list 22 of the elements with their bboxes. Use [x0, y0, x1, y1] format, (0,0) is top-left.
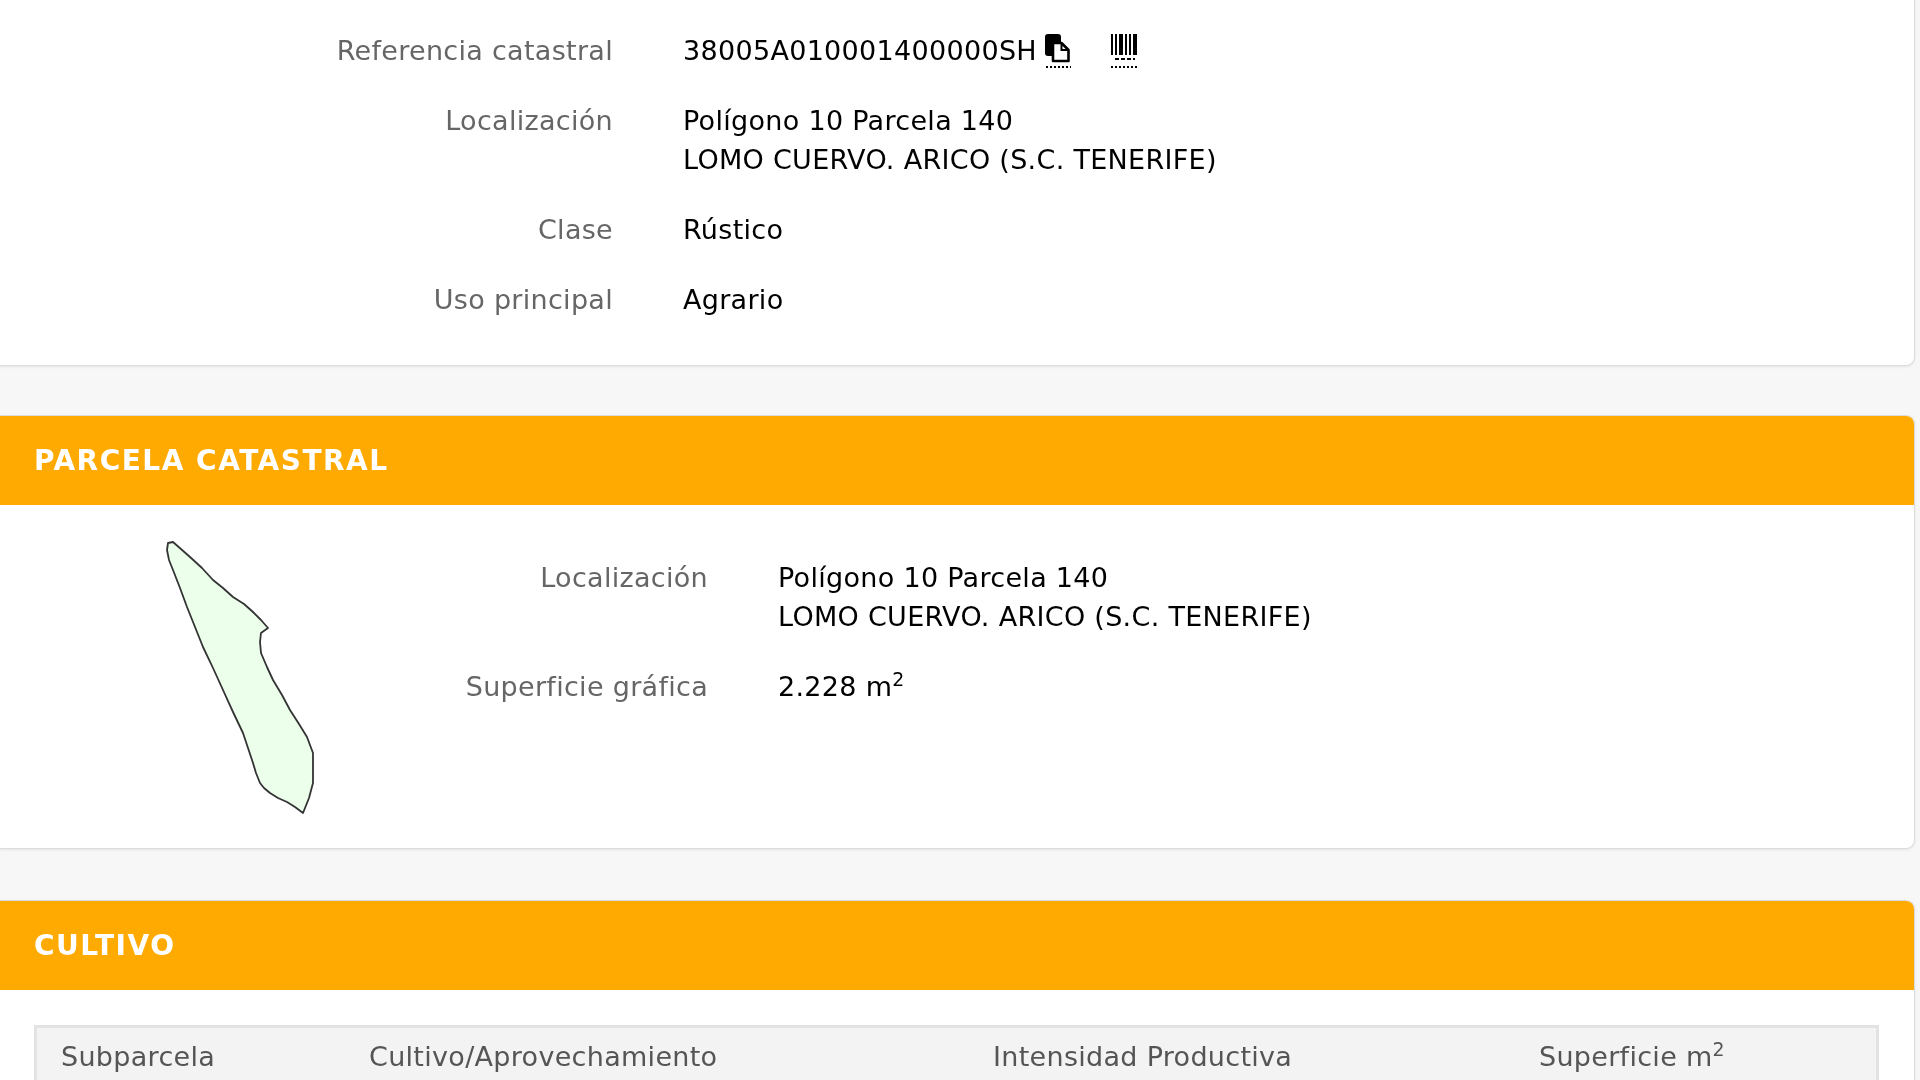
field-label: Referencia catastral: [335, 34, 613, 68]
column-header: Superficie m$^{2}$: [1539, 1042, 1726, 1072]
column-header: Subparcela: [61, 1042, 217, 1072]
field-value: LOMO CUERVO. ARICO (S.C. TENERIFE): [778, 600, 1312, 634]
column-header: Cultivo/Aprovechamiento: [369, 1042, 719, 1072]
field-label: Localización: [539, 561, 708, 595]
section-title: PARCELA CATASTRAL: [34, 444, 389, 477]
barcode-icon[interactable]: [1108, 33, 1139, 68]
column-header: Intensidad Productiva: [993, 1042, 1294, 1072]
field-value: Rústico: [683, 213, 785, 247]
field-value: 2.228 m$^{2}$: [778, 667, 906, 704]
copy-icon[interactable]: [1042, 33, 1073, 68]
reference-number: 38005A010001400000SH: [683, 34, 1037, 68]
field-label: Superficie gráfica: [464, 670, 708, 704]
field-value: Agrario: [683, 283, 785, 317]
field-value: Polígono 10 Parcela 140: [778, 561, 1110, 595]
field-value: LOMO CUERVO. ARICO (S.C. TENERIFE): [683, 143, 1218, 177]
field-label: Clase: [536, 213, 613, 247]
field-value: Polígono 10 Parcela 140: [683, 104, 1015, 138]
section-title: CULTIVO: [34, 929, 176, 962]
field-label: Uso principal: [432, 283, 613, 317]
field-label: Localización: [444, 104, 613, 138]
